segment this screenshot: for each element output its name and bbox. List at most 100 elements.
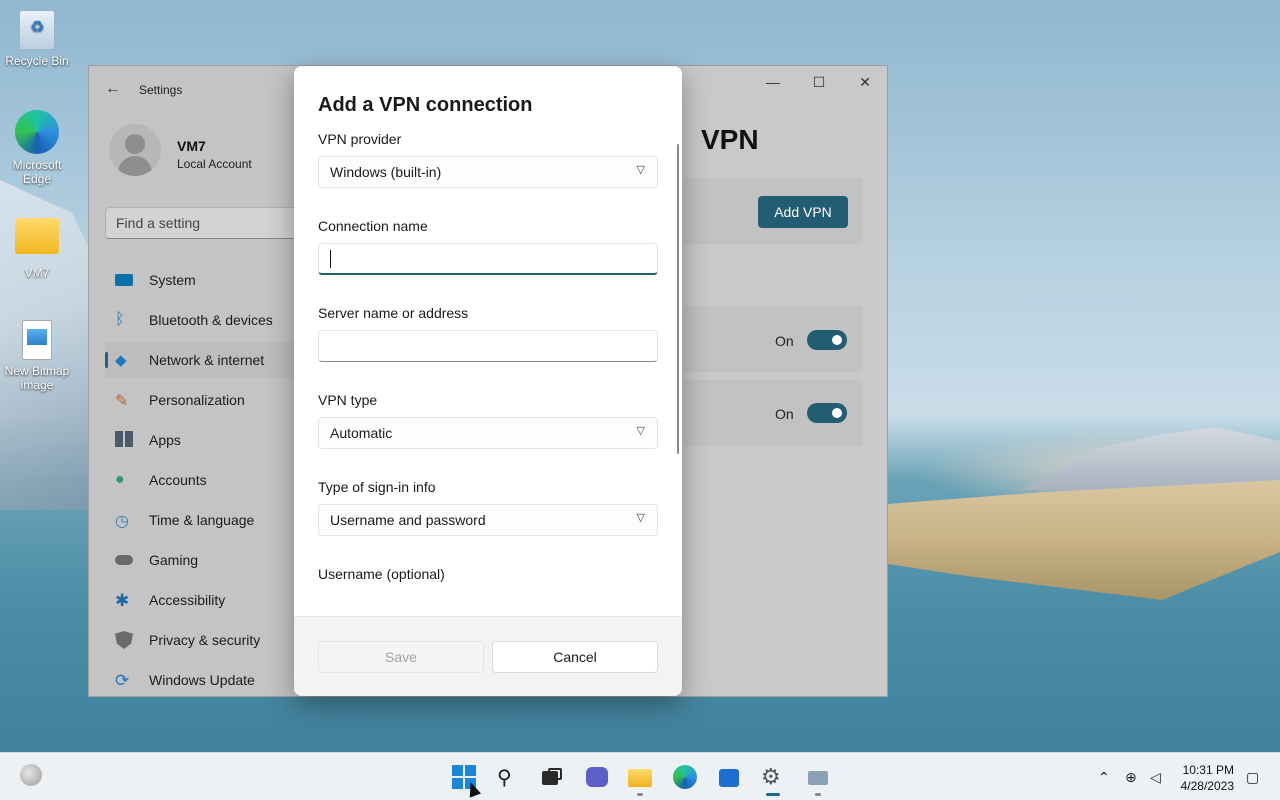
sidebar-item-label: Gaming xyxy=(149,552,199,568)
desktop-icon-label: Microsoft Edge xyxy=(12,158,62,186)
sidebar-item-personalization[interactable]: ✎ Personalization xyxy=(105,382,295,418)
desktop-icon-edge[interactable]: Microsoft Edge xyxy=(0,110,74,186)
sidebar-item-label: Accounts xyxy=(149,472,207,488)
sidebar-item-windows-update[interactable]: ⟳ Windows Update xyxy=(105,662,295,698)
sidebar-item-label: Accessibility xyxy=(149,592,226,608)
gaming-icon xyxy=(115,555,133,565)
time: 10:31 PM xyxy=(1182,763,1234,777)
save-button[interactable]: Save xyxy=(318,641,484,673)
desktop-icon-label: Recycle Bin xyxy=(5,54,69,68)
widgets-icon[interactable] xyxy=(20,764,42,786)
vpn-provider-label: VPN provider xyxy=(318,131,402,147)
sidebar-item-label: Privacy & security xyxy=(149,632,261,648)
vpn-metered-toggle[interactable] xyxy=(807,330,847,350)
chat-icon[interactable] xyxy=(585,765,609,789)
sidebar-item-accessibility[interactable]: ✱ Accessibility xyxy=(105,582,295,618)
vpn-provider-select[interactable]: Windows (built-in) ▽ xyxy=(318,156,658,188)
globe-icon[interactable]: ⊕ xyxy=(1125,769,1137,786)
running-indicator xyxy=(637,793,643,796)
brush-icon: ✎ xyxy=(115,393,129,410)
maximize-button[interactable]: ☐ xyxy=(805,74,833,94)
toggle-state-label: On xyxy=(775,406,794,422)
apps-icon xyxy=(115,431,133,447)
chevron-down-icon: ▽ xyxy=(636,512,645,524)
sidebar-item-label: Apps xyxy=(149,432,181,448)
search-icon[interactable]: ⚲ xyxy=(497,765,521,789)
sidebar-item-apps[interactable]: Apps xyxy=(105,422,295,458)
bitmap-file-icon xyxy=(22,320,52,360)
desktop-icon-vm7-folder[interactable]: VM7 xyxy=(0,218,74,280)
signin-type-select[interactable]: Username and password ▽ xyxy=(318,504,658,536)
cancel-button[interactable]: Cancel xyxy=(492,641,658,673)
back-arrow-icon[interactable]: ← xyxy=(105,80,121,98)
update-icon: ⟳ xyxy=(115,671,130,690)
chevron-up-icon[interactable]: ⌃ xyxy=(1098,769,1110,786)
desktop-icon-bitmap[interactable]: New Bitmap image xyxy=(0,320,74,392)
user-name: VM7 xyxy=(177,138,206,154)
sidebar-item-label: Network & internet xyxy=(149,352,265,368)
shield-icon xyxy=(115,631,133,649)
sidebar-item-label: System xyxy=(149,272,196,288)
sidebar-item-time-language[interactable]: ◷ Time & language xyxy=(105,502,295,538)
dialog-scrollbar[interactable] xyxy=(677,144,679,454)
text-caret xyxy=(330,250,331,268)
dialog-footer: Save Cancel xyxy=(294,616,682,696)
vpn-type-select[interactable]: Automatic ▽ xyxy=(318,417,658,449)
system-icon xyxy=(115,274,133,286)
settings-icon[interactable]: ⚙ xyxy=(761,765,785,789)
running-indicator xyxy=(815,793,821,796)
server-input[interactable] xyxy=(318,330,658,362)
notification-icon[interactable]: ▢ xyxy=(1246,769,1259,786)
sidebar-item-label: Bluetooth & devices xyxy=(149,312,273,328)
date: 4/28/2023 xyxy=(1180,779,1234,793)
account-type: Local Account xyxy=(177,157,252,171)
file-explorer-icon[interactable] xyxy=(628,765,652,789)
store-icon[interactable] xyxy=(717,765,741,789)
close-button[interactable]: ✕ xyxy=(851,74,879,94)
clock[interactable]: 10:31 PM 4/28/2023 xyxy=(1181,762,1234,794)
desktop-icon-label: New Bitmap image xyxy=(4,364,70,392)
connection-name-input[interactable] xyxy=(318,243,658,275)
sidebar-item-system[interactable]: System xyxy=(105,262,295,298)
desktop-icon-recycle-bin[interactable]: ♻ Recycle Bin xyxy=(0,10,74,68)
vpn-provider-value: Windows (built-in) xyxy=(330,164,442,180)
edge-icon xyxy=(15,110,59,154)
sidebar-item-accounts[interactable]: ● Accounts xyxy=(105,462,295,498)
sidebar-item-label: Personalization xyxy=(149,392,245,408)
vpn-type-label: VPN type xyxy=(318,392,378,408)
page-title: VPN xyxy=(701,124,759,155)
minimize-button[interactable]: — xyxy=(759,74,787,94)
avatar xyxy=(109,124,161,176)
add-vpn-dialog: Add a VPN connection VPN provider Window… xyxy=(294,66,682,696)
time-language-icon: ◷ xyxy=(115,513,129,530)
wallpaper-mountain-right xyxy=(1020,427,1280,490)
search-input[interactable]: Find a setting xyxy=(105,207,305,239)
vpn-type-value: Automatic xyxy=(330,425,393,441)
taskbar: ⚲ ⚙ ⌃ ⊕ ◁ 10:31 PM 4/28/2023 ▢ xyxy=(0,752,1280,800)
task-view-icon[interactable] xyxy=(540,765,564,789)
add-vpn-button[interactable]: Add VPN xyxy=(758,196,848,228)
server-label: Server name or address xyxy=(318,305,469,321)
sidebar-item-network[interactable]: ◆ Network & internet xyxy=(105,342,295,378)
edge-icon[interactable] xyxy=(673,765,697,789)
username-label: Username (optional) xyxy=(318,566,445,582)
remote-desktop-icon[interactable] xyxy=(806,765,830,789)
folder-icon xyxy=(15,218,59,254)
recycle-bin-icon: ♻ xyxy=(19,10,55,50)
toggle-state-label: On xyxy=(775,333,794,349)
vpn-roaming-toggle[interactable] xyxy=(807,403,847,423)
accessibility-icon: ✱ xyxy=(115,591,130,610)
wallpaper-grass-field xyxy=(888,480,1280,600)
chevron-down-icon: ▽ xyxy=(636,164,645,176)
desktop-icon-label: VM7 xyxy=(24,266,50,280)
sidebar-item-bluetooth[interactable]: ᛒ Bluetooth & devices xyxy=(105,302,295,338)
sidebar-item-label: Time & language xyxy=(149,512,255,528)
signin-type-label: Type of sign-in info xyxy=(318,479,436,495)
sidebar-item-gaming[interactable]: Gaming xyxy=(105,542,295,578)
accounts-icon: ● xyxy=(115,471,125,488)
connection-name-label: Connection name xyxy=(318,218,428,234)
window-title: Settings xyxy=(139,83,183,97)
volume-icon[interactable]: ◁ xyxy=(1150,769,1161,786)
sidebar-item-privacy[interactable]: Privacy & security xyxy=(105,622,295,658)
signin-type-value: Username and password xyxy=(330,512,486,528)
